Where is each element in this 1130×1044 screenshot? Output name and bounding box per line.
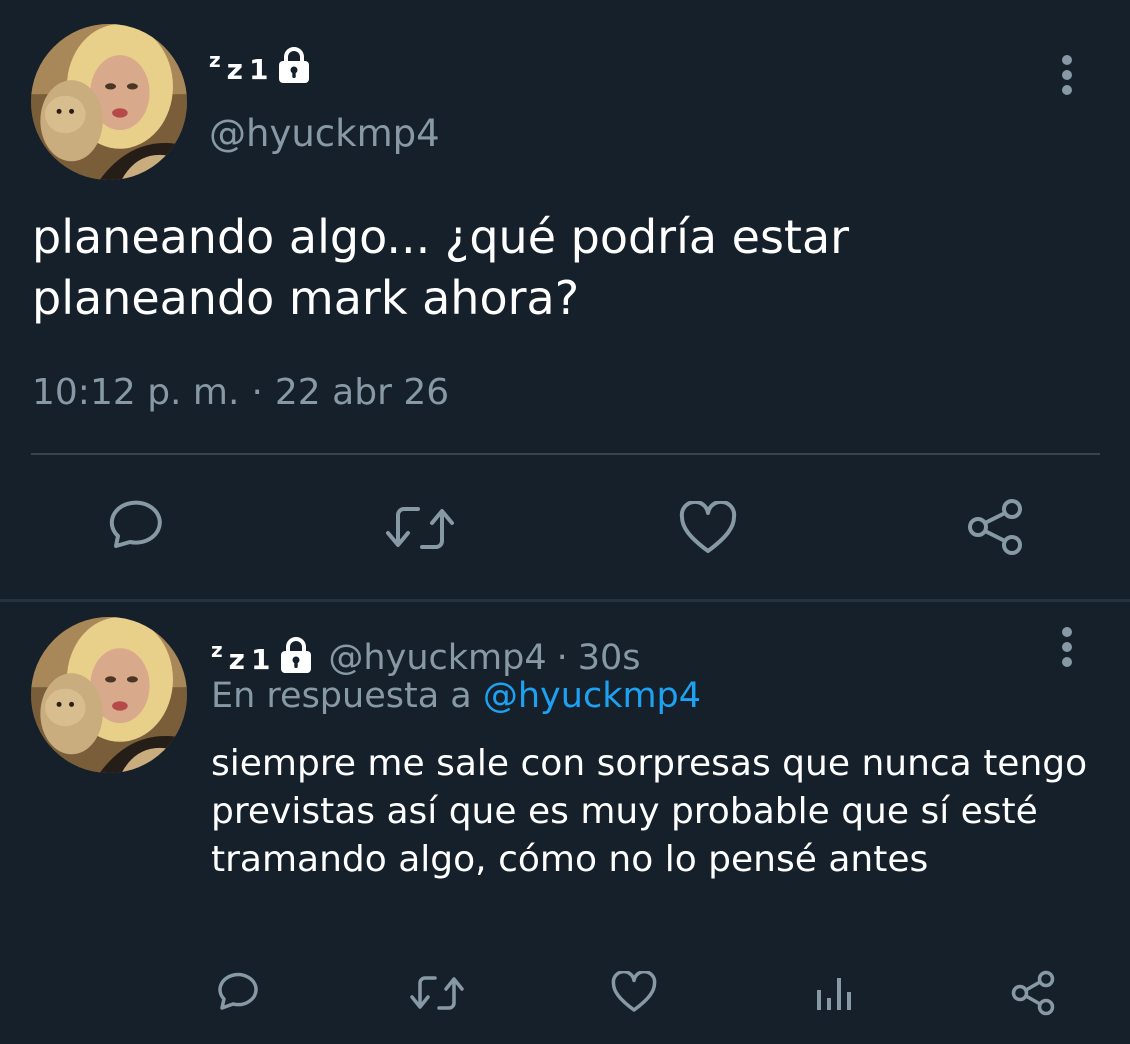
tweet-timestamp: 10:12 p. m. · 22 abr 26 [32, 372, 449, 413]
reply-time[interactable]: 30s [578, 638, 641, 678]
like-icon[interactable] [611, 971, 657, 1013]
share-icon[interactable] [1010, 970, 1056, 1016]
lock-icon [278, 636, 314, 674]
reply-text: siempre me sale con sorpresas que nunca … [211, 743, 1088, 880]
display-name-one: 1 [250, 643, 271, 676]
reply-icon[interactable] [104, 500, 164, 556]
tweet-time: 10:12 p. m. [32, 372, 240, 413]
display-name-large-z: z [226, 53, 243, 86]
timestamp-separator: · [251, 372, 263, 413]
reply-user-handle[interactable]: @hyuckmp4 [328, 638, 546, 678]
display-name[interactable]: z z 1 [209, 44, 312, 84]
like-icon[interactable] [679, 501, 737, 555]
reply-header: z z 1 @hyuckmp4 · 30s [211, 624, 641, 678]
user-handle[interactable]: @hyuckmp4 [209, 112, 440, 155]
display-name-one: 1 [248, 53, 269, 86]
in-reply-to-handle-link[interactable]: @hyuckmp4 [483, 676, 701, 716]
in-reply-to-label: En respuesta a [211, 676, 472, 716]
share-icon[interactable] [966, 498, 1024, 556]
divider [31, 453, 1100, 455]
display-name-small-z: z [211, 638, 223, 662]
more-options-icon[interactable] [1059, 55, 1075, 95]
avatar[interactable] [31, 24, 187, 180]
display-name-large-z: z [228, 643, 245, 676]
display-name-small-z: z [209, 48, 221, 72]
retweet-icon[interactable] [409, 973, 465, 1013]
tweet-text: planeando algo... ¿qué podría estar plan… [32, 210, 850, 325]
retweet-icon[interactable] [384, 503, 456, 553]
reply-display-name[interactable]: z z 1 [211, 636, 314, 674]
more-options-icon[interactable] [1059, 627, 1075, 667]
reply-avatar[interactable] [31, 617, 187, 773]
reply-separator: · [556, 638, 568, 678]
section-divider [0, 599, 1130, 602]
lock-icon [276, 46, 312, 84]
analytics-icon[interactable] [815, 972, 853, 1012]
tweet-date: 22 abr 26 [274, 372, 450, 413]
reply-icon[interactable] [213, 970, 259, 1014]
in-reply-to: En respuesta a @hyuckmp4 [211, 676, 701, 716]
